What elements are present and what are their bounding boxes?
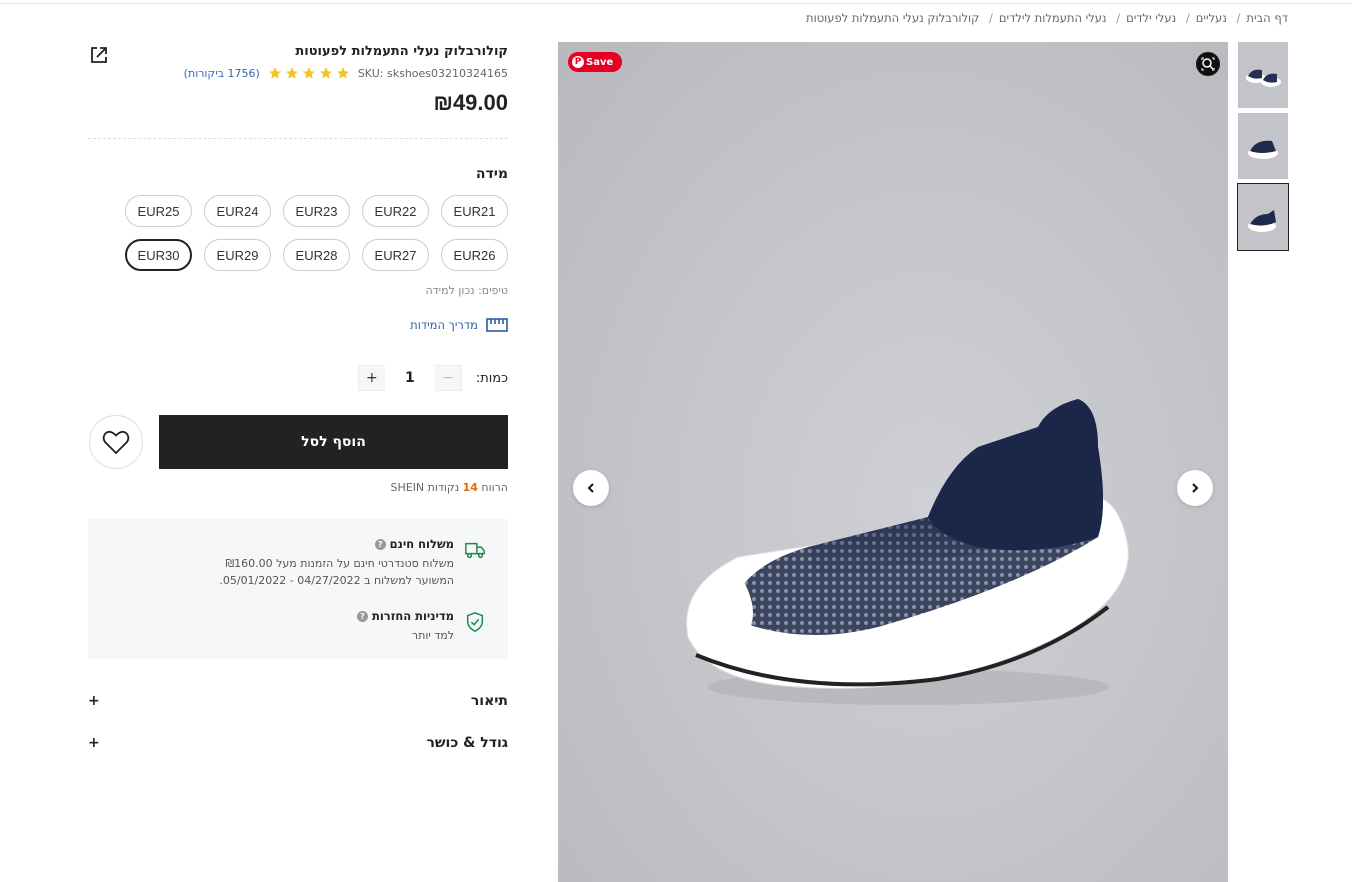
size-option-eur22[interactable]: EUR22 bbox=[362, 195, 429, 227]
product-title: קולורבלוק נעלי התעמלות לפעוטות bbox=[295, 44, 508, 59]
previous-image-button[interactable] bbox=[573, 470, 609, 506]
size-option-eur24[interactable]: EUR24 bbox=[204, 195, 271, 227]
size-guide-label: מדריך המידות bbox=[410, 318, 478, 332]
returns-title: מדיניות החזרות bbox=[371, 609, 454, 623]
star-icon bbox=[319, 67, 332, 79]
description-title: תיאור bbox=[470, 693, 508, 709]
wishlist-button[interactable] bbox=[89, 415, 143, 469]
size-option-eur28[interactable]: EUR28 bbox=[283, 239, 350, 271]
size-option-eur26[interactable]: EUR26 bbox=[441, 239, 508, 271]
zoom-button[interactable] bbox=[1196, 52, 1220, 76]
product-sku: SKU: skshoes03210324165 bbox=[357, 66, 508, 80]
quantity-stepper: + 1 − bbox=[357, 365, 462, 391]
shipping-returns-box: משלוח חינם? משלוח סטנדרטי חינם על הזמנות… bbox=[88, 519, 508, 659]
size-option-eur25[interactable]: EUR25 bbox=[125, 195, 192, 227]
thumbnail-strip bbox=[1237, 42, 1289, 255]
size-tips: טיפים: נכון למידה bbox=[425, 284, 508, 297]
size-option-eur23[interactable]: EUR23 bbox=[283, 195, 350, 227]
returns-info: מדיניות החזרות? למד יותר bbox=[110, 609, 486, 644]
expand-icon: + bbox=[88, 693, 100, 709]
shipping-title: משלוח חינם bbox=[389, 537, 454, 551]
points-suffix: נקודות SHEIN bbox=[390, 481, 463, 494]
shield-check-icon bbox=[466, 612, 484, 632]
star-icon bbox=[302, 67, 315, 79]
zoom-icon bbox=[1201, 57, 1215, 71]
size-option-eur29[interactable]: EUR29 bbox=[204, 239, 271, 271]
size-section-title: מידה bbox=[475, 166, 508, 182]
heart-icon bbox=[102, 430, 130, 455]
size-fit-accordion[interactable]: גודל & כושר + bbox=[88, 735, 508, 751]
expand-icon: + bbox=[88, 735, 100, 751]
quantity-input[interactable]: 1 bbox=[384, 365, 435, 391]
size-option-eur27[interactable]: EUR27 bbox=[362, 239, 429, 271]
pinterest-icon: P bbox=[572, 56, 584, 68]
save-label: Save bbox=[586, 56, 614, 68]
breadcrumb-home[interactable]: דף הבית bbox=[1246, 11, 1288, 25]
top-border bbox=[0, 0, 1352, 4]
size-fit-title: גודל & כושר bbox=[426, 735, 509, 751]
quantity-row: כמות: + 1 − bbox=[88, 365, 508, 391]
description-accordion[interactable]: תיאור + bbox=[88, 693, 508, 709]
star-icon bbox=[336, 67, 349, 79]
size-option-eur30[interactable]: EUR30 bbox=[125, 239, 192, 271]
star-icon bbox=[285, 67, 298, 79]
shipping-line-2: המשוער למשלוח ב 04/27/2022 - 05/01/2022. bbox=[219, 574, 454, 587]
size-guide-link[interactable]: מדריך המידות bbox=[88, 318, 508, 332]
rating-stars bbox=[268, 66, 350, 80]
thumbnail-1[interactable] bbox=[1238, 42, 1288, 108]
product-price: ₪49.00 bbox=[433, 90, 509, 115]
truck-icon bbox=[465, 542, 485, 559]
chevron-right-icon bbox=[1192, 483, 1199, 493]
shoe-illustration bbox=[686, 399, 1129, 705]
quantity-increase-button[interactable]: + bbox=[359, 365, 385, 391]
share-icon[interactable] bbox=[88, 44, 110, 66]
pinterest-save-button[interactable]: P Save bbox=[568, 52, 622, 72]
thumbnail-2[interactable] bbox=[1238, 113, 1288, 179]
ruler-icon bbox=[486, 318, 508, 332]
help-icon[interactable]: ? bbox=[374, 538, 386, 550]
cart-actions: הוסף לסל bbox=[88, 415, 508, 469]
returns-learn-more-link[interactable]: למד יותר bbox=[412, 629, 454, 642]
product-info-panel: קולורבלוק נעלי התעמלות לפעוטות SKU: sksh… bbox=[88, 42, 508, 751]
breadcrumb-current: קולורבלוק נעלי התעמלות לפעוטות bbox=[806, 11, 980, 25]
product-meta: SKU: skshoes03210324165 (1756 ביקורות) bbox=[88, 66, 508, 80]
points-earned: הרווח 14 נקודות SHEIN bbox=[88, 481, 508, 494]
divider bbox=[88, 138, 508, 139]
reviews-link[interactable]: (1756 ביקורות) bbox=[184, 67, 260, 80]
quantity-decrease-button[interactable]: − bbox=[435, 365, 461, 391]
help-icon[interactable]: ? bbox=[356, 610, 368, 622]
star-icon bbox=[268, 67, 281, 79]
add-to-cart-button[interactable]: הוסף לסל bbox=[159, 415, 508, 469]
points-value: 14 bbox=[462, 481, 478, 494]
thumbnail-3[interactable] bbox=[1237, 183, 1289, 251]
product-main-image[interactable]: P Save bbox=[558, 42, 1228, 882]
chevron-left-icon bbox=[587, 483, 594, 493]
size-options: EUR21 EUR22 EUR23 EUR24 EUR25 EUR26 EUR2… bbox=[118, 195, 508, 271]
shipping-info: משלוח חינם? משלוח סטנדרטי חינם על הזמנות… bbox=[110, 537, 486, 589]
points-prefix: הרווח bbox=[477, 481, 508, 494]
breadcrumb-shoes[interactable]: נעליים bbox=[1196, 11, 1227, 25]
breadcrumb-kids-shoes[interactable]: נעלי ילדים bbox=[1126, 11, 1176, 25]
next-image-button[interactable] bbox=[1177, 470, 1213, 506]
breadcrumb: דף הבית/ נעליים/ נעלי ילדים/ נעלי התעמלו… bbox=[806, 11, 1288, 25]
size-option-eur21[interactable]: EUR21 bbox=[441, 195, 508, 227]
quantity-label: כמות: bbox=[475, 370, 508, 386]
shipping-line-1: משלוח סטנדרטי חינם על הזמנות מעל ₪160.00 bbox=[225, 557, 454, 570]
breadcrumb-kids-sneakers[interactable]: נעלי התעמלות לילדים bbox=[999, 11, 1107, 25]
